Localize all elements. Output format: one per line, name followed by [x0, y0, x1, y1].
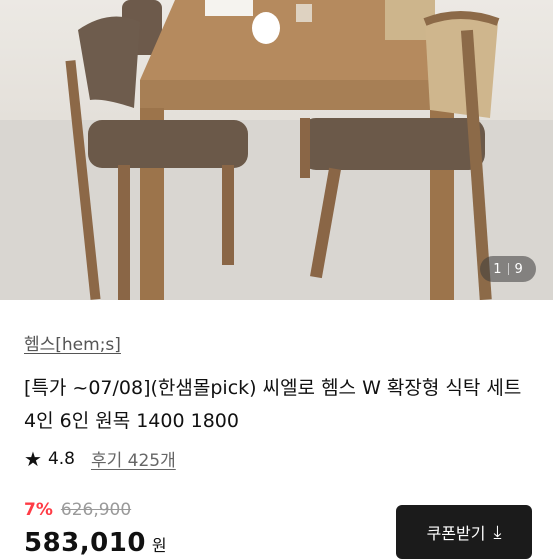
price-unit: 원 — [151, 536, 167, 555]
discount-rate: 7% — [24, 500, 53, 520]
original-price: 626,900 — [60, 500, 132, 520]
rating-score: 4.8 — [47, 448, 75, 469]
reviews-link[interactable]: 후기 425개 — [91, 446, 176, 471]
dining-set-photo — [0, 0, 553, 300]
discount-row: 7% 626,900 — [24, 500, 131, 520]
counter-divider — [507, 263, 509, 275]
download-icon: ⤓ — [493, 521, 502, 543]
image-counter: 1 9 — [480, 256, 536, 282]
star-icon: ★ — [24, 446, 42, 471]
coupon-label: 쿠폰받기 — [426, 524, 486, 543]
sale-price: 583,010 원 — [24, 528, 167, 558]
image-counter-current: 1 — [493, 261, 502, 277]
product-title: [특가 ~07/08](한샘몰pick) 씨엘로 헴스 W 확장형 식탁 세트 … — [24, 377, 522, 432]
image-counter-total: 9 — [514, 261, 523, 277]
brand-link[interactable]: 헴스[hem;s] — [24, 330, 121, 355]
price-value: 583,010 — [24, 528, 146, 558]
coupon-button[interactable]: 쿠폰받기 ⤓ — [396, 505, 532, 559]
product-image[interactable]: 1 9 — [0, 0, 553, 300]
rating-row: ★ 4.8 후기 425개 — [24, 446, 176, 472]
